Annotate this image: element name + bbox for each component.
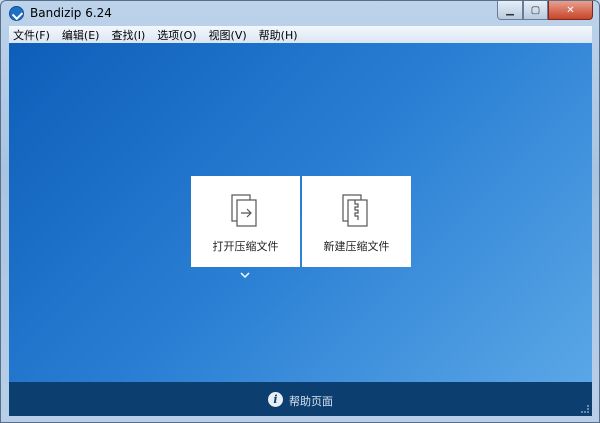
menu-edit[interactable]: 编辑(E): [62, 27, 100, 43]
minimize-icon: ▁: [506, 4, 514, 16]
new-archive-button[interactable]: 新建压缩文件: [302, 176, 411, 267]
open-archive-icon: [231, 194, 257, 227]
menu-options[interactable]: 选项(O): [157, 27, 196, 43]
menu-help[interactable]: 帮助(H): [259, 27, 298, 43]
footer-bar: i 帮助页面: [9, 382, 592, 416]
new-archive-label: 新建压缩文件: [323, 240, 390, 253]
bandizip-logo-icon: [9, 6, 24, 21]
resize-grip-icon[interactable]: [581, 405, 589, 413]
open-archive-label: 打开压缩文件: [212, 240, 279, 253]
menu-find[interactable]: 查找(I): [111, 27, 145, 43]
minimize-button[interactable]: ▁: [497, 1, 523, 20]
menu-file[interactable]: 文件(F): [13, 27, 50, 43]
help-page-link[interactable]: 帮助页面: [289, 393, 333, 409]
close-icon: ✕: [566, 4, 575, 16]
maximize-icon: ▢: [530, 4, 541, 16]
menu-bar: 文件(F) 编辑(E) 查找(I) 选项(O) 视图(V) 帮助(H): [9, 26, 592, 43]
window-title: Bandizip 6.24: [30, 6, 112, 20]
close-button[interactable]: ✕: [548, 1, 593, 20]
open-archive-button[interactable]: 打开压缩文件: [191, 176, 300, 267]
title-bar[interactable]: Bandizip 6.24 ▁ ▢ ✕: [1, 1, 599, 26]
menu-view[interactable]: 视图(V): [209, 27, 247, 43]
app-window: Bandizip 6.24 ▁ ▢ ✕ 文件(F) 编辑(E) 查找(I) 选项…: [0, 0, 600, 423]
info-icon[interactable]: i: [268, 392, 283, 407]
main-area: 打开压缩文件 新建压缩文件: [9, 43, 592, 382]
maximize-button[interactable]: ▢: [523, 1, 548, 20]
chevron-down-icon[interactable]: [239, 270, 251, 280]
new-archive-icon: [342, 194, 368, 227]
